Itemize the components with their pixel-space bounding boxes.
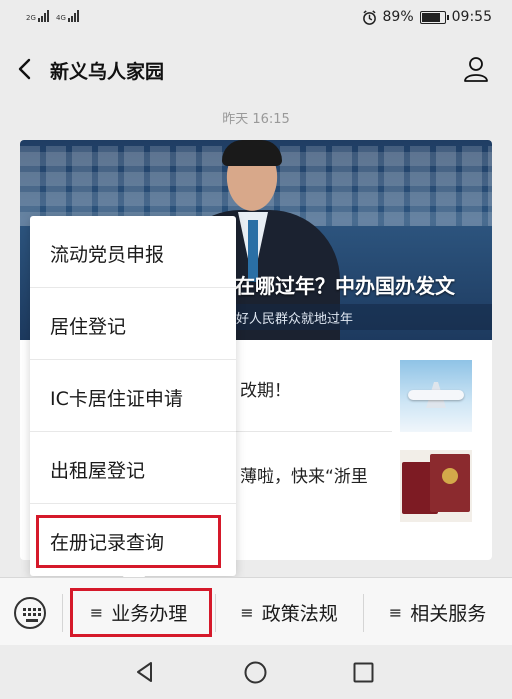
business-handling-highlight	[70, 588, 212, 637]
status-right: 89% 09:55	[362, 9, 492, 25]
signal-4g: 4G	[56, 10, 80, 22]
banner-subtitle: 好人民群众就地过年	[236, 312, 354, 327]
banner-title: 在哪过年？中办国办发文	[235, 274, 455, 298]
keyboard-icon[interactable]	[14, 597, 46, 629]
airplane-thumbnail	[400, 360, 472, 432]
news-anchor-hair	[222, 140, 282, 166]
banner-subtitle-strip: 好人民群众就地过年	[220, 304, 492, 330]
hamburger-icon: ≡	[240, 602, 254, 622]
message-timestamp: 昨天 16:15	[222, 112, 290, 127]
menu-item-label: 出租屋登记	[50, 460, 146, 482]
article-row-title: 改期！	[240, 381, 291, 401]
signal-2g: 2G	[26, 10, 50, 22]
menu-label: 政策法规	[261, 602, 338, 625]
passport-thumbnail	[400, 450, 472, 522]
menu-item-party-member[interactable]: 流动党员申报	[30, 216, 236, 288]
menu-item-ic-card-permit[interactable]: IC卡居住证申请	[30, 360, 236, 432]
person-icon[interactable]	[462, 55, 490, 83]
battery-percent: 89%	[382, 9, 414, 25]
menu-item-label: 流动党员申报	[50, 244, 165, 266]
menu-label: 相关服务	[410, 602, 487, 625]
menu-item-residence-registration[interactable]: 居住登记	[30, 288, 236, 360]
menu-item-label: 居住登记	[50, 316, 127, 338]
signal-bars-icon	[68, 10, 80, 22]
signal-2g-label: 2G	[26, 14, 36, 22]
record-query-highlight	[36, 515, 221, 568]
chat-header: 新义乌人家园	[0, 38, 512, 100]
signal-bars-icon	[38, 10, 50, 22]
nav-recents-icon[interactable]	[353, 662, 374, 683]
battery-icon	[419, 10, 449, 24]
menu-item-label: IC卡居住证申请	[50, 388, 183, 410]
status-bar: 2G 4G 89% 09:55	[0, 0, 512, 38]
nav-home-icon[interactable]	[244, 661, 267, 684]
article-row-title: 薄啦，快来“浙里	[240, 467, 368, 487]
hamburger-icon: ≡	[388, 602, 403, 622]
page-title: 新义乌人家园	[50, 61, 165, 83]
alarm-icon	[362, 9, 376, 25]
signal-4g-label: 4G	[56, 14, 66, 22]
menu-policies[interactable]: ≡ 政策法规	[215, 578, 363, 646]
battery-fill	[421, 12, 441, 22]
back-arrow-icon[interactable]	[14, 56, 38, 82]
menu-item-rental-registration[interactable]: 出租屋登记	[30, 432, 236, 504]
menu-related-services[interactable]: ≡ 相关服务	[363, 578, 512, 646]
nav-back-icon[interactable]	[134, 661, 156, 683]
system-nav-bar	[0, 645, 512, 699]
status-time: 09:55	[451, 9, 492, 25]
